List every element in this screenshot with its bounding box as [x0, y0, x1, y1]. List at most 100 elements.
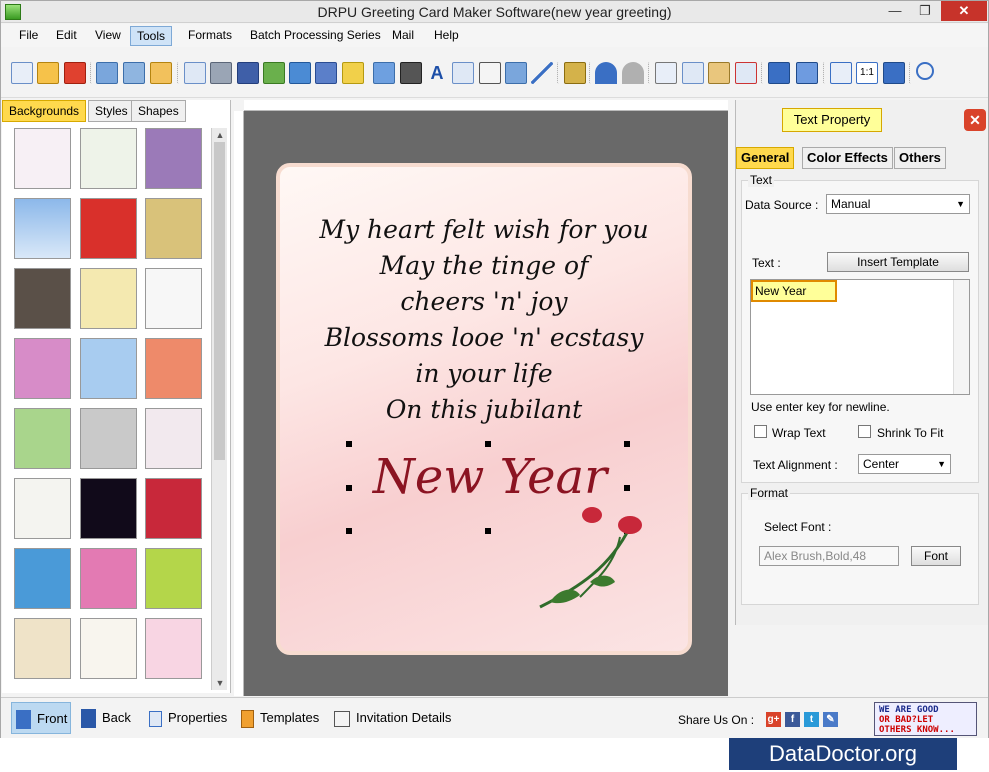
pen-icon[interactable]	[315, 62, 337, 84]
maximize-button[interactable]: ❐	[911, 1, 939, 21]
export-icon[interactable]	[150, 62, 172, 84]
facebook-icon[interactable]: f	[785, 712, 800, 727]
signature-icon[interactable]	[479, 62, 501, 84]
wordart-icon[interactable]	[373, 62, 395, 84]
background-thumbnail[interactable]	[80, 408, 137, 469]
scrollbar-thumb[interactable]	[214, 142, 225, 460]
invitation-details-button[interactable]: Invitation Details	[334, 702, 454, 734]
line-icon[interactable]	[531, 62, 553, 84]
paste-icon[interactable]	[708, 62, 730, 84]
new-icon[interactable]	[11, 62, 33, 84]
resize-handle[interactable]	[485, 441, 491, 447]
background-thumbnail[interactable]	[80, 548, 137, 609]
image-icon[interactable]	[263, 62, 285, 84]
fit-icon[interactable]	[883, 62, 905, 84]
text-alignment-select[interactable]: Center ▼	[858, 454, 951, 474]
tab-backgrounds[interactable]: Backgrounds	[2, 100, 87, 122]
close-icon[interactable]: ✕	[964, 109, 986, 131]
background-thumbnail[interactable]	[145, 618, 202, 679]
background-thumbnail[interactable]	[80, 618, 137, 679]
share-icon[interactable]: ✎	[823, 712, 838, 727]
menu-file[interactable]: File	[13, 26, 44, 46]
background-thumbnail[interactable]	[145, 408, 202, 469]
background-thumbnail[interactable]	[80, 198, 137, 259]
close-file-icon[interactable]	[64, 62, 86, 84]
back-button[interactable]: Back	[79, 702, 141, 734]
card-text-line[interactable]: Blossoms looe 'n' ecstasy	[280, 323, 688, 352]
zoom-icon[interactable]	[916, 62, 934, 80]
menu-tools[interactable]: Tools	[130, 26, 173, 46]
menu-edit[interactable]: Edit	[50, 26, 83, 46]
tab-general[interactable]: General	[736, 147, 795, 169]
card-text-line[interactable]: in your life	[280, 359, 688, 388]
redo-icon[interactable]	[622, 62, 644, 84]
front-button[interactable]: Front	[11, 702, 71, 734]
open-icon[interactable]	[37, 62, 59, 84]
save-icon[interactable]	[96, 62, 118, 84]
scroll-up-icon[interactable]: ▲	[212, 128, 228, 142]
insert-template-button[interactable]: Insert Template	[827, 252, 969, 272]
print-preview-icon[interactable]	[237, 62, 259, 84]
resize-handle[interactable]	[485, 528, 491, 534]
background-thumbnail[interactable]	[14, 408, 71, 469]
font-button[interactable]: Font	[911, 546, 961, 566]
actual-size-icon[interactable]: 1:1	[856, 62, 878, 84]
grid-icon[interactable]	[830, 62, 852, 84]
data-source-select[interactable]: Manual ▼	[826, 194, 970, 214]
tab-styles[interactable]: Styles	[88, 100, 135, 122]
background-thumbnail[interactable]	[145, 548, 202, 609]
cut-icon[interactable]	[655, 62, 677, 84]
templates-button[interactable]: Templates	[241, 702, 327, 734]
properties-button[interactable]: Properties	[149, 702, 233, 734]
greeting-card[interactable]: My heart felt wish for you May the tinge…	[276, 163, 692, 655]
card-text-line[interactable]: My heart felt wish for you	[280, 215, 688, 244]
menu-help[interactable]: Help	[428, 26, 465, 46]
new-year-headline[interactable]: New Year	[350, 449, 630, 505]
background-thumbnail[interactable]	[145, 128, 202, 189]
background-thumbnail[interactable]	[14, 198, 71, 259]
menu-formats[interactable]: Formats	[182, 26, 238, 46]
background-thumbnail[interactable]	[145, 198, 202, 259]
background-thumbnail[interactable]	[14, 478, 71, 539]
gallery-scrollbar[interactable]: ▲ ▼	[211, 128, 227, 690]
google-plus-icon[interactable]: g+	[766, 712, 781, 727]
background-thumbnail[interactable]	[80, 128, 137, 189]
bring-front-icon[interactable]	[768, 62, 790, 84]
menu-mail[interactable]: Mail	[386, 26, 420, 46]
background-thumbnail[interactable]	[80, 268, 137, 329]
close-window-button[interactable]: ✕	[941, 1, 987, 21]
menu-batch-processing[interactable]: Batch Processing Series	[244, 26, 387, 46]
background-thumbnail[interactable]	[14, 128, 71, 189]
scroll-down-icon[interactable]: ▼	[212, 676, 228, 690]
insert-picture-icon[interactable]	[289, 62, 311, 84]
copy-icon[interactable]	[682, 62, 704, 84]
text-input[interactable]: New Year	[750, 279, 970, 395]
twitter-icon[interactable]: t	[804, 712, 819, 727]
mail-icon[interactable]	[505, 62, 527, 84]
delete-icon[interactable]	[735, 62, 757, 84]
tab-others[interactable]: Others	[894, 147, 946, 169]
barcode-icon[interactable]	[400, 62, 422, 84]
background-thumbnail[interactable]	[14, 618, 71, 679]
text-icon[interactable]: A	[426, 62, 448, 84]
database-icon[interactable]	[564, 62, 586, 84]
background-thumbnail[interactable]	[145, 268, 202, 329]
design-canvas[interactable]: My heart felt wish for you May the tinge…	[244, 111, 728, 696]
background-thumbnail[interactable]	[14, 268, 71, 329]
wrap-text-checkbox[interactable]	[754, 425, 767, 438]
send-back-icon[interactable]	[796, 62, 818, 84]
card-text-line[interactable]: May the tinge of	[280, 251, 688, 280]
shapes-icon[interactable]	[342, 62, 364, 84]
text-box-icon[interactable]	[452, 62, 474, 84]
background-thumbnail[interactable]	[80, 338, 137, 399]
resize-handle[interactable]	[346, 485, 352, 491]
feedback-banner[interactable]: WE ARE GOOD OR BAD?LET OTHERS KNOW...	[874, 702, 977, 736]
resize-handle[interactable]	[624, 485, 630, 491]
undo-icon[interactable]	[595, 62, 617, 84]
minimize-button[interactable]: —	[881, 1, 909, 21]
text-input-scrollbar[interactable]	[953, 280, 969, 394]
card-text-line[interactable]: On this jubilant	[280, 395, 688, 424]
save-as-icon[interactable]	[123, 62, 145, 84]
resize-handle[interactable]	[624, 441, 630, 447]
properties-icon[interactable]	[184, 62, 206, 84]
